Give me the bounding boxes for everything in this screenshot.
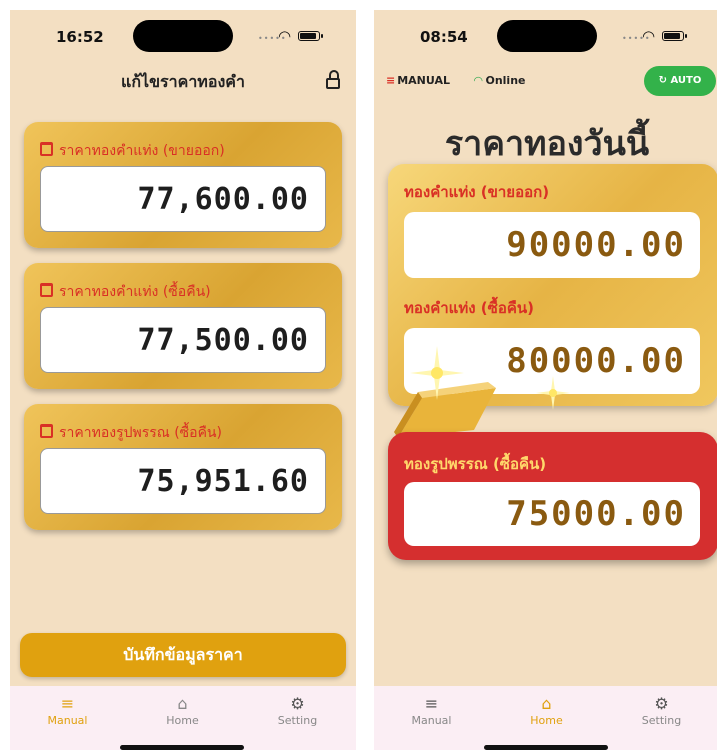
tab-setting[interactable]: ⚙ Setting bbox=[240, 694, 355, 727]
price-card-bar-buy: ราคาทองคำแท่ง (ซื้อคืน) 77,500.00 bbox=[24, 263, 342, 389]
edit-icon: ≡ bbox=[386, 74, 396, 87]
price-card-label: ราคาทองคำแท่ง (ขายออก) bbox=[40, 140, 225, 162]
dynamic-island bbox=[133, 20, 233, 52]
tab-manual[interactable]: ≡ Manual bbox=[374, 694, 489, 727]
tab-bar: ≡ Manual ⌂ Home ⚙ Setting bbox=[10, 686, 356, 750]
page-title: แก้ไขราคาทองคำ bbox=[121, 72, 245, 91]
tab-home[interactable]: ⌂ Home bbox=[489, 694, 604, 727]
tab-home[interactable]: ⌂ Home bbox=[125, 694, 240, 727]
dynamic-island bbox=[497, 20, 597, 52]
wifi-icon: ◠ bbox=[474, 74, 483, 87]
battery-icon bbox=[662, 31, 687, 41]
gear-icon: ⚙ bbox=[290, 694, 305, 713]
sparkle-icon bbox=[536, 376, 570, 410]
price-card-label: ราคาทองคำแท่ง (ซื้อคืน) bbox=[40, 281, 211, 303]
lock-icon[interactable] bbox=[326, 70, 340, 90]
mode-indicator: ≡ MANUAL bbox=[386, 74, 451, 87]
home-screen: 08:54 ••••• ◠ ≡ MANUAL ◠ Online ↻ AUTO ราค… bbox=[374, 10, 717, 750]
wifi-icon: ◠ bbox=[278, 27, 292, 45]
sparkle-icon bbox=[410, 346, 464, 400]
edit-icon: ≡ bbox=[60, 694, 75, 713]
price-card-bar-sell: ราคาทองคำแท่ง (ขายออก) 77,600.00 bbox=[24, 122, 342, 248]
save-price-button[interactable]: บันทึกข้อมูลราคา bbox=[20, 633, 346, 677]
status-time: 16:52 bbox=[56, 28, 104, 46]
price-card-label: ราคาทองรูปพรรณ (ซื้อคืน) bbox=[40, 422, 222, 444]
price-input-bar-buy[interactable]: 77,500.00 bbox=[40, 307, 326, 373]
bar-buy-label: ทองคำแท่ง (ซื้อคืน) bbox=[404, 299, 534, 317]
ornament-price-card: ทองรูปพรรณ (ซื้อคืน) 75000.00 bbox=[388, 432, 717, 560]
status-time: 08:54 bbox=[420, 28, 468, 46]
page-title: ราคาทองวันนี้ bbox=[444, 124, 650, 164]
home-icon: ⌂ bbox=[177, 694, 188, 713]
ornament-buy-label: ทองรูปพรรณ (ซื้อคืน) bbox=[404, 455, 547, 473]
edit-icon: ≡ bbox=[424, 694, 439, 713]
ornament-buy-price: 75000.00 bbox=[404, 482, 700, 546]
wifi-icon: ◠ bbox=[642, 27, 656, 45]
refresh-icon: ↻ bbox=[658, 75, 668, 86]
tab-manual[interactable]: ≡ Manual bbox=[10, 694, 125, 727]
home-icon: ⌂ bbox=[541, 694, 552, 713]
manual-screen: 16:52 ••••• ◠ แก้ไขราคาทองคำ ราคาทองคำแท… bbox=[10, 10, 356, 750]
calendar-icon bbox=[40, 283, 53, 297]
connection-status: ◠ Online bbox=[474, 74, 526, 87]
price-input-bar-sell[interactable]: 77,600.00 bbox=[40, 166, 326, 232]
tab-bar: ≡ Manual ⌂ Home ⚙ Setting bbox=[374, 686, 717, 750]
calendar-icon bbox=[40, 142, 53, 156]
price-card-ornament-buy: ราคาทองรูปพรรณ (ซื้อคืน) 75,951.60 bbox=[24, 404, 342, 530]
gear-icon: ⚙ bbox=[654, 694, 669, 713]
battery-icon bbox=[298, 31, 323, 41]
auto-mode-button[interactable]: ↻ AUTO bbox=[644, 66, 716, 96]
bar-sell-label: ทองคำแท่ง (ขายออก) bbox=[404, 183, 550, 201]
home-indicator bbox=[484, 745, 608, 750]
home-indicator bbox=[120, 745, 244, 750]
price-input-ornament-buy[interactable]: 75,951.60 bbox=[40, 448, 326, 514]
bar-sell-price: 90000.00 bbox=[404, 212, 700, 278]
calendar-icon bbox=[40, 424, 53, 438]
tab-setting[interactable]: ⚙ Setting bbox=[604, 694, 717, 727]
